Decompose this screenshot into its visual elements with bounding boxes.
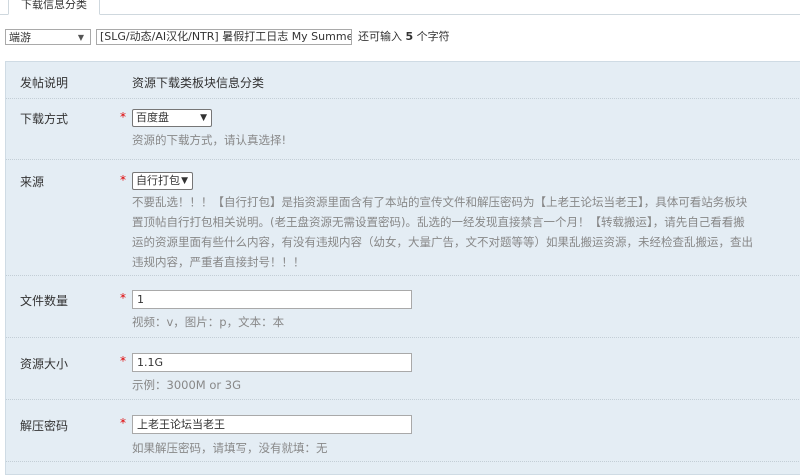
- post-form: 发帖说明 资源下载类板块信息分类 下载方式 * 百度盘 ▼ 资源的下载方式，请认…: [5, 61, 800, 475]
- resource-size-hint: 示例：3000M or 3G: [132, 378, 241, 392]
- remaining-prefix: 还可输入: [358, 30, 402, 43]
- download-method-label: 下载方式: [20, 112, 69, 126]
- post-note-label: 发帖说明: [20, 76, 69, 90]
- category-select[interactable]: 端游 ▼: [5, 29, 91, 45]
- title-row: 端游 ▼ [SLG/动态/AI汉化/NTR] 暑假打工日志 My Summer …: [0, 27, 800, 49]
- required-mark: *: [120, 354, 126, 368]
- source-value: 自行打包: [136, 174, 180, 187]
- resource-size-label: 资源大小: [20, 357, 69, 371]
- remaining-chars: 还可输入 5 个字符: [358, 30, 450, 44]
- required-mark: *: [120, 291, 126, 305]
- download-method-row: 下载方式 * 百度盘 ▼ 资源的下载方式，请认真选择!: [6, 98, 800, 160]
- source-hint-line: 违规内容，严重者直接封号！！！: [132, 255, 305, 269]
- chevron-down-icon: ▼: [200, 113, 207, 123]
- chevron-down-icon: ▼: [181, 176, 188, 186]
- unzip-password-hint: 如果解压密码，请填写，没有就填：无: [132, 441, 328, 455]
- unzip-password-row: 解压密码 * 上老王论坛当老王 如果解压密码，请填写，没有就填：无: [6, 399, 800, 462]
- tab-download-info-category[interactable]: 下载信息分类: [8, 0, 100, 15]
- resource-size-input[interactable]: 1.1G: [132, 353, 412, 372]
- file-count-label: 文件数量: [20, 294, 69, 308]
- category-select-value: 端游: [9, 31, 31, 44]
- title-input[interactable]: [SLG/动态/AI汉化/NTR] 暑假打工日志 My Summer Job v: [96, 29, 352, 45]
- download-method-value: 百度盘: [136, 111, 169, 124]
- required-mark: *: [120, 416, 126, 430]
- resource-size-row: 资源大小 * 1.1G 示例：3000M or 3G: [6, 337, 800, 400]
- chevron-down-icon: ▼: [77, 33, 84, 42]
- post-note-value: 资源下载类板块信息分类: [132, 76, 265, 90]
- download-method-select[interactable]: 百度盘 ▼: [132, 109, 212, 127]
- required-mark: *: [120, 110, 126, 124]
- source-hint-line: 不要乱选！！！【自行打包】是指资源里面含有了本站的宣传文件和解压密码为【上老王论…: [132, 195, 748, 209]
- file-count-hint: 视频：v，图片：p，文本：本: [132, 315, 285, 329]
- source-row: 来源 * 自行打包 ▼ 不要乱选！！！【自行打包】是指资源里面含有了本站的宣传文…: [6, 159, 800, 276]
- source-label: 来源: [20, 175, 45, 189]
- unzip-password-input[interactable]: 上老王论坛当老王: [132, 415, 412, 434]
- remaining-count: 5: [405, 30, 414, 43]
- tab-bar: 下载信息分类: [0, 0, 800, 15]
- source-hint-line: 置顶帖自行打包相关说明。(老王盘资源无需设置密码)。乱选的一经发现直接禁言一个月…: [132, 215, 745, 229]
- source-select[interactable]: 自行打包 ▼: [132, 172, 193, 190]
- required-mark: *: [120, 173, 126, 187]
- file-count-row: 文件数量 * 1 视频：v，图片：p，文本：本: [6, 275, 800, 338]
- file-count-input[interactable]: 1: [132, 290, 412, 309]
- unzip-password-label: 解压密码: [20, 419, 69, 433]
- post-note-row: 发帖说明 资源下载类板块信息分类: [6, 62, 800, 99]
- source-hint-line: 运的资源里面有些什么内容，有没有违规内容（幼女，大量广告，文不对题等等）如果乱搬…: [132, 235, 753, 249]
- remaining-suffix: 个字符: [416, 30, 450, 43]
- download-method-hint: 资源的下载方式，请认真选择!: [132, 133, 287, 147]
